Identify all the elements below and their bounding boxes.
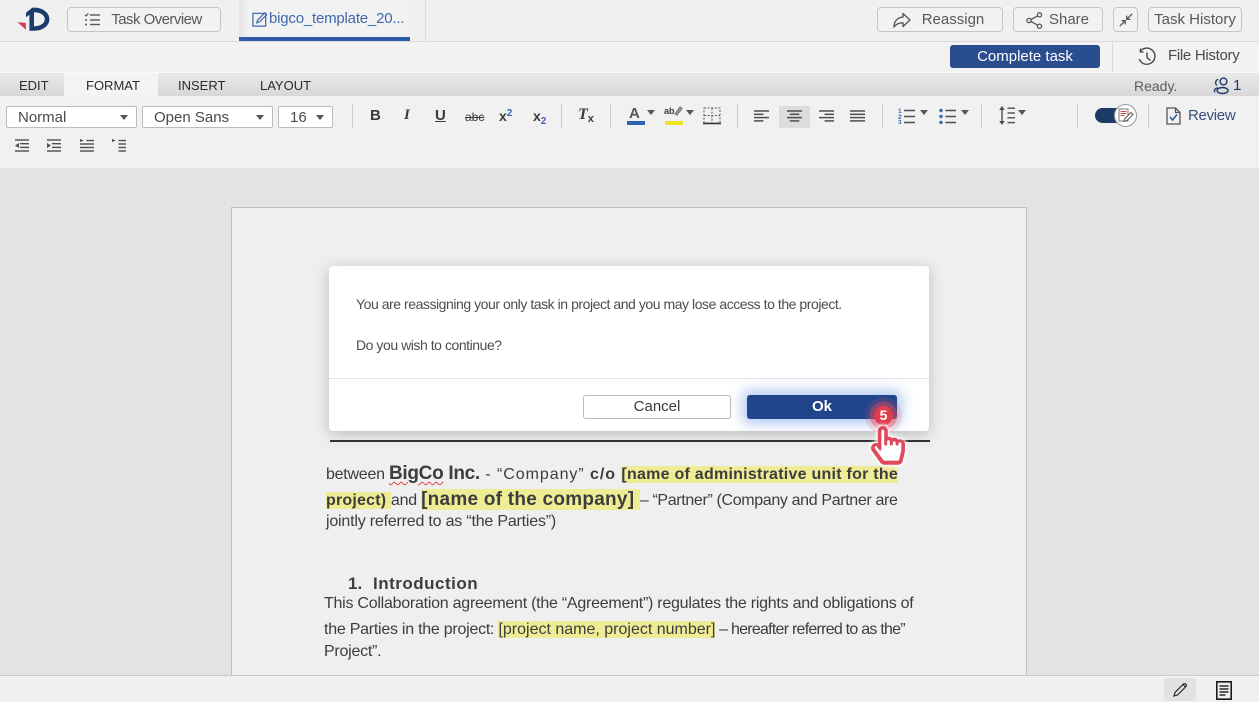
svg-text:3: 3 [898, 120, 902, 125]
svg-text:ab: ab [664, 106, 675, 116]
